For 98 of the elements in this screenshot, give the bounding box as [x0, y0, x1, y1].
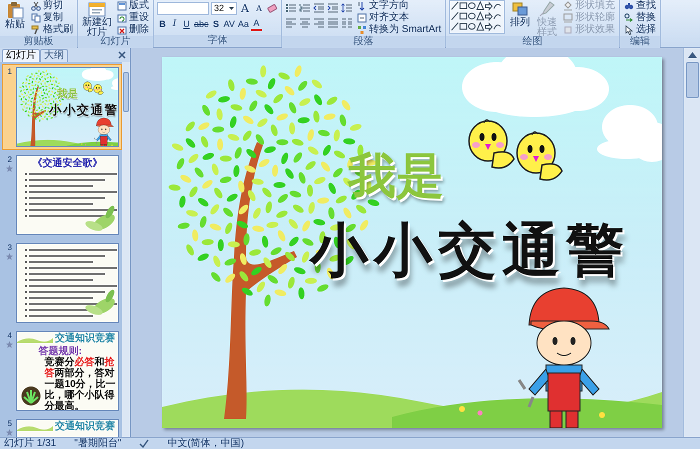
line-spacing-icon [341, 3, 353, 13]
clipboard-icon [6, 1, 24, 19]
ribbon-button[interactable]: 选择 [623, 24, 658, 36]
eraser-icon [267, 3, 278, 14]
scrollbar-thumb[interactable] [686, 62, 698, 98]
ribbon-button[interactable]: 粘贴 [3, 0, 27, 36]
plant-icon [20, 386, 41, 406]
font-size-button[interactable]: A [239, 2, 251, 15]
ribbon-button[interactable]: 新建幻灯片 [81, 0, 113, 36]
brush-icon [538, 1, 556, 17]
chick-drawing [93, 84, 104, 95]
group-label: 编辑 [620, 36, 660, 48]
star-icon [6, 165, 14, 172]
scrollbar-thumb[interactable] [123, 72, 129, 112]
increase-indent-icon [327, 3, 339, 13]
status-text: 幻灯片 1/31 [4, 438, 56, 448]
format-button[interactable]: Aa [236, 18, 250, 31]
scrollbar[interactable] [683, 48, 700, 437]
thumbnail-title: 《交通安全歌》 [32, 158, 102, 169]
format-button[interactable]: abc [193, 18, 210, 31]
slide-number: 5 [8, 419, 12, 429]
slide-number: 4 [8, 331, 12, 341]
format-button[interactable]: U [181, 18, 192, 31]
ribbon-button[interactable]: 替换 [623, 12, 658, 24]
arrange-icon [511, 1, 530, 17]
chick-drawing [468, 119, 515, 169]
group-label: 字体 [154, 35, 281, 47]
scrollbar[interactable] [122, 62, 130, 437]
slide-number: 3 [8, 243, 12, 253]
thumbnail-subtitle: 我是 [56, 88, 78, 100]
delete-icon [117, 25, 127, 35]
font-name-field[interactable] [157, 2, 209, 15]
format-button[interactable]: S [210, 18, 222, 31]
copy-icon [31, 13, 41, 23]
layout-icon [117, 1, 127, 11]
ribbon-button[interactable]: 重设 [116, 12, 150, 24]
cartoon-boy-drawing [93, 118, 114, 146]
star-icon [6, 429, 14, 436]
status-text: "暑期阳台" [74, 438, 122, 448]
text-direction-icon [357, 1, 367, 11]
paint-bucket-icon [563, 1, 574, 11]
caret-icon [229, 7, 234, 10]
format-button[interactable]: B [157, 18, 168, 31]
numbered-list-icon [299, 3, 311, 13]
align-text-icon [357, 13, 367, 23]
pane-tab[interactable]: 幻灯片 [2, 49, 40, 62]
font-size-field[interactable]: 32 [211, 2, 237, 15]
decrease-indent-icon [313, 3, 325, 13]
format-button[interactable]: I [169, 18, 180, 31]
ribbon-button[interactable]: 查找 [623, 0, 658, 12]
font-size-button[interactable]: A [253, 2, 265, 15]
up-arrow-icon [688, 52, 696, 58]
shape-gallery-drawing [449, 0, 506, 34]
align-center-icon [299, 18, 311, 28]
chick-drawing [516, 131, 563, 181]
ribbon-button[interactable]: 版式 [116, 0, 150, 12]
group-label: 剪贴板 [0, 36, 77, 48]
outline-icon [563, 13, 574, 23]
slide-number: 2 [8, 155, 12, 165]
cursor-icon [624, 25, 634, 35]
ribbon-button[interactable]: 对齐文本 [356, 12, 442, 24]
spellcheck-icon [139, 439, 150, 448]
smartart-icon [357, 25, 367, 35]
replace-icon [624, 13, 634, 23]
format-button[interactable]: A [250, 18, 262, 31]
reset-icon [117, 13, 127, 23]
ribbon-button[interactable]: 删除 [116, 24, 150, 36]
format-button[interactable]: AV [222, 18, 236, 31]
ribbon-button[interactable]: 复制 [30, 12, 74, 24]
slide-header: 交通知识竞赛 [55, 334, 115, 344]
grass-drawing [16, 335, 53, 343]
ribbon-button[interactable]: 排列 [508, 0, 532, 36]
group-label: 绘图 [446, 36, 620, 48]
pane-tab[interactable]: 大纲 [40, 49, 68, 62]
slide-header: 交通知识竞赛 [55, 422, 115, 432]
group-label: 幻灯片 [78, 36, 153, 48]
status-text: 中文(简体，中国) [167, 438, 244, 448]
shape-effects-icon [563, 25, 574, 35]
ribbon-button[interactable]: 转换为 SmartArt [356, 24, 442, 36]
rules-heading: 答题规则: [38, 346, 82, 357]
scissors-icon [31, 1, 41, 11]
star-icon [6, 341, 14, 348]
slide-subtitle: 我是 [348, 153, 444, 201]
slide-number: 1 [8, 67, 12, 77]
align-left-icon [285, 18, 297, 28]
bullet-list-icon [285, 3, 297, 13]
star-icon [6, 253, 14, 260]
columns-icon [341, 18, 353, 28]
new-slide-icon [88, 1, 106, 17]
close-icon [118, 51, 126, 59]
binoculars-icon [624, 1, 634, 11]
group-label: 段落 [282, 36, 446, 48]
justify-icon [327, 18, 339, 28]
align-right-icon [313, 18, 325, 28]
ribbon-button[interactable]: 格式刷 [30, 24, 74, 36]
grass-drawing [16, 423, 53, 431]
brush-icon [31, 25, 41, 35]
chick-drawing [82, 81, 93, 92]
